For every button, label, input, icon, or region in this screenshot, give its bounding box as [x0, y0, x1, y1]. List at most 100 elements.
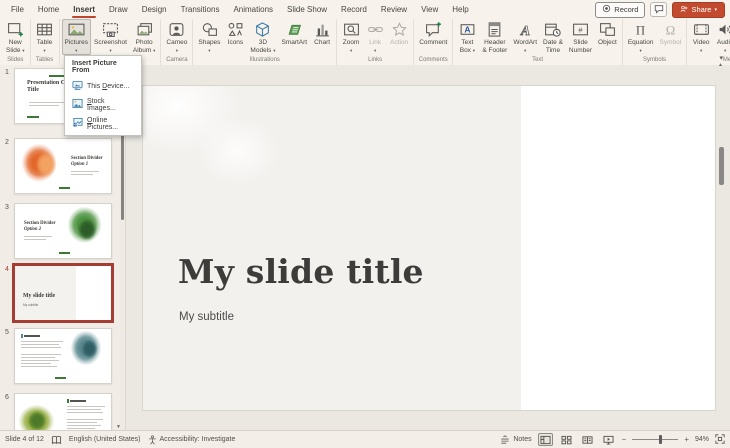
thumb-footer-mark	[59, 187, 70, 189]
new-slide-label: Slide ▾	[6, 47, 25, 55]
photo-album-button[interactable]: PhotoAlbum ▾	[130, 19, 159, 55]
menu-tab-animations[interactable]: Animations	[226, 0, 280, 19]
zoom-slider[interactable]	[632, 435, 678, 444]
slide-subtitle-text[interactable]: My subtitle	[179, 311, 234, 323]
proofing-button[interactable]	[51, 435, 62, 445]
zoom-in-button[interactable]: +	[684, 436, 689, 444]
date-time-button[interactable]: Date &Time	[540, 19, 566, 55]
ribbon-group-comments: CommentComments	[414, 19, 453, 65]
cameo-button[interactable]: Cameo▾	[163, 19, 190, 55]
chart-icon	[314, 21, 331, 38]
slide-number-button[interactable]: #SlideNumber	[566, 19, 595, 55]
table-button[interactable]: Table▾	[33, 19, 57, 55]
menu-tab-draw[interactable]: Draw	[102, 0, 135, 19]
menu-tab-slide-show[interactable]: Slide Show	[280, 0, 334, 19]
accessibility-button[interactable]: Accessibility: Investigate	[148, 435, 236, 445]
fit-to-window-button[interactable]	[715, 434, 725, 446]
reading-view-icon	[582, 435, 593, 445]
header-footer-icon	[486, 21, 503, 38]
thumb-watercolor-art	[27, 410, 51, 431]
new-slide-button[interactable]: NewSlide ▾	[3, 19, 28, 55]
shapes-button[interactable]: Shapes▾	[195, 19, 223, 55]
text-box-label: Text	[461, 39, 473, 47]
canvas-scrollbar[interactable]: ▲	[719, 65, 724, 431]
share-button[interactable]: Share ▾	[672, 2, 725, 18]
slide-thumbnail-6[interactable]	[14, 393, 112, 431]
audio-label: ▾	[724, 47, 726, 55]
table-label: Table	[37, 39, 53, 47]
slide-sorter-view-button[interactable]	[559, 433, 574, 446]
menu-item-this-device[interactable]: This Device...	[65, 77, 141, 95]
thumbnail-number: 5	[5, 329, 9, 336]
zoom-icon	[343, 21, 360, 38]
ribbon-group-label: Camera	[163, 56, 190, 65]
canvas-scrollbar-thumb[interactable]	[719, 147, 724, 185]
collapse-ribbon-icon[interactable]: ▾	[719, 54, 723, 62]
language-button[interactable]: English (United States)	[69, 436, 141, 443]
smartart-button[interactable]: SmartArt	[278, 19, 310, 47]
chart-button[interactable]: Chart	[310, 19, 334, 47]
slide-thumbnail-4[interactable]: My slide title My subtitle	[14, 265, 112, 321]
zoom-out-button[interactable]: −	[622, 436, 627, 444]
reading-view-button[interactable]	[580, 433, 595, 446]
menu-item-online-pictures[interactable]: Online Pictures...	[65, 114, 141, 133]
slide-thumbnail-3[interactable]: Section DividerOption 2	[14, 203, 112, 259]
menu-tab-design[interactable]: Design	[135, 0, 174, 19]
menu-tab-view[interactable]: View	[414, 0, 445, 19]
zoom-slider-knob[interactable]	[659, 435, 662, 444]
3d-models-button[interactable]: 3DModels ▾	[247, 19, 278, 55]
zoom-button[interactable]: Zoom▾	[339, 19, 363, 55]
zoom-slider-track	[632, 439, 678, 440]
date-time-icon	[544, 21, 561, 38]
video-button[interactable]: Video▾	[689, 19, 713, 55]
video-label: ▾	[700, 47, 702, 55]
thumbnail-number: 3	[5, 204, 9, 211]
slide-thumbnail-2[interactable]: Section DividerOption 1	[14, 138, 112, 194]
comment-button[interactable]: Comment	[416, 19, 450, 47]
slide-title-text[interactable]: My slide title	[178, 252, 424, 291]
pictures-button[interactable]: Pictures▾	[62, 19, 91, 55]
slide-thumbnail-5[interactable]	[14, 328, 112, 384]
current-slide[interactable]: My slide title My subtitle	[142, 85, 716, 411]
record-button[interactable]: Record	[595, 2, 645, 18]
menu-tab-transitions[interactable]: Transitions	[174, 0, 227, 19]
object-button[interactable]: Object	[595, 19, 620, 47]
normal-view-button[interactable]	[538, 433, 553, 446]
wordart-button[interactable]: AWordArt▾	[510, 19, 540, 55]
notes-button[interactable]: Notes	[500, 435, 531, 444]
audio-button[interactable]: Audio▾	[713, 19, 730, 55]
wordart-label: WordArt	[513, 39, 537, 47]
cameo-icon	[168, 21, 185, 38]
equation-button[interactable]: ΠEquation▾	[625, 19, 657, 55]
menu-tab-home[interactable]: Home	[31, 0, 66, 19]
header-footer-button[interactable]: Header& Footer	[479, 19, 510, 55]
slideshow-view-button[interactable]	[601, 433, 616, 446]
ribbon-group-illustrations: Shapes▾Icons3DModels ▾SmartArtChartIllus…	[193, 19, 337, 65]
screenshot-button[interactable]: Screenshot▾	[91, 19, 130, 55]
menu-tab-insert[interactable]: Insert	[66, 0, 102, 19]
text-box-button[interactable]: ATextBox ▾	[455, 19, 479, 55]
slide-sorter-icon	[561, 435, 572, 445]
link-button: Link▾	[363, 19, 387, 55]
scroll-up-icon[interactable]: ▲	[718, 62, 723, 68]
menu-tab-help[interactable]: Help	[445, 0, 475, 19]
3d-models-icon	[254, 21, 271, 38]
icons-button[interactable]: Icons	[223, 19, 247, 47]
3d-models-label: Models ▾	[250, 47, 275, 55]
menu-tab-record[interactable]: Record	[334, 0, 374, 19]
comments-pane-button[interactable]	[650, 2, 667, 17]
zoom-level[interactable]: 94%	[695, 436, 709, 443]
menu-tab-file[interactable]: File	[4, 0, 31, 19]
new-slide-label: New	[9, 39, 22, 47]
picture-icon	[68, 21, 85, 38]
video-label: Video	[693, 39, 710, 47]
accessibility-icon	[148, 435, 157, 445]
menu-tab-review[interactable]: Review	[374, 0, 414, 19]
menu-item-stock-images[interactable]: Stock Images...	[65, 95, 141, 114]
slide-number-label: Slide	[573, 39, 587, 47]
photo-album-label: Photo	[136, 39, 153, 47]
date-time-label: Time	[546, 47, 560, 55]
accessibility-label: Accessibility: Investigate	[160, 436, 236, 443]
insert-picture-menu: Insert Picture From This Device...Stock …	[64, 55, 142, 136]
action-label: Action	[390, 39, 408, 47]
